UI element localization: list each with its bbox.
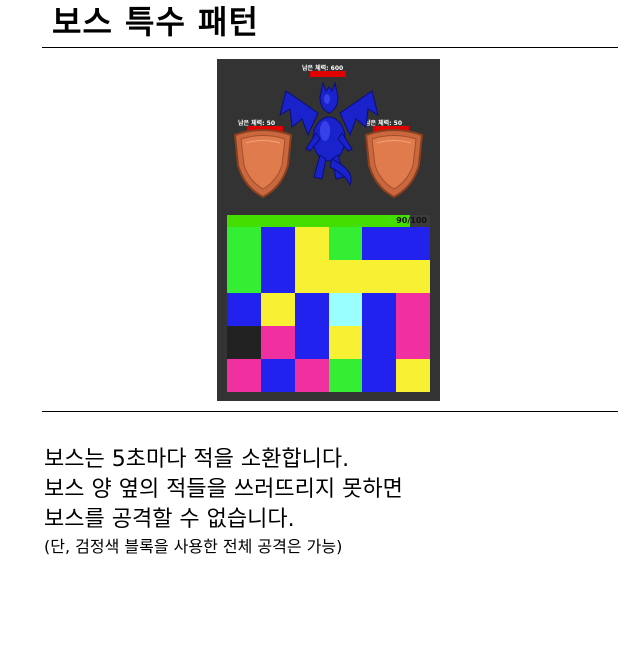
board-cell bbox=[227, 326, 261, 359]
board-cell bbox=[260, 260, 295, 293]
board-cell bbox=[227, 227, 261, 260]
top-divider bbox=[42, 47, 618, 48]
board-cell bbox=[328, 359, 363, 392]
board-cell bbox=[362, 293, 397, 326]
bottom-divider bbox=[42, 411, 618, 412]
board-cell bbox=[260, 227, 295, 260]
description-line: 보스를 공격할 수 없습니다. bbox=[44, 507, 295, 532]
board-cell bbox=[362, 359, 397, 392]
board-cell bbox=[396, 359, 431, 392]
board-cell bbox=[260, 359, 295, 392]
progress-bar-fill bbox=[227, 215, 410, 227]
boss-hp-bar bbox=[310, 71, 346, 77]
board-cell bbox=[227, 359, 261, 392]
board-cell bbox=[227, 293, 261, 326]
board-cell bbox=[260, 326, 295, 359]
board-cell bbox=[396, 227, 431, 260]
page-title: 보스 특수 패턴 bbox=[52, 3, 259, 41]
board-cell bbox=[328, 260, 363, 293]
board-cell bbox=[294, 293, 329, 326]
board-cell bbox=[294, 359, 329, 392]
description: 보스는 5초마다 적을 소환합니다. 보스 양 옆의 적들을 쓰러뜨리지 못하면… bbox=[44, 445, 403, 558]
board-cell bbox=[294, 260, 329, 293]
description-note: (단, 검정색 블록을 사용한 전체 공격은 가능) bbox=[44, 537, 343, 556]
puzzle-board bbox=[227, 227, 431, 392]
board-cell bbox=[362, 260, 397, 293]
board-cell bbox=[328, 326, 363, 359]
board-cell bbox=[396, 260, 431, 293]
board-cell bbox=[260, 293, 295, 326]
board-cell bbox=[396, 293, 431, 326]
board-cell bbox=[362, 227, 397, 260]
boss-dragon bbox=[279, 81, 379, 187]
description-line: 보스 양 옆의 적들을 쓰러뜨리지 못하면 bbox=[44, 477, 403, 502]
board-cell bbox=[362, 326, 397, 359]
board-cell bbox=[294, 227, 329, 260]
board-cell bbox=[294, 326, 329, 359]
description-line: 보스는 5초마다 적을 소환합니다. bbox=[44, 447, 350, 472]
game-screenshot: 남은 체력: 600 남은 체력: 50 남은 체력: 50 90/100 bbox=[217, 59, 440, 401]
board-cell bbox=[396, 326, 431, 359]
board-cell bbox=[328, 227, 363, 260]
board-cell bbox=[328, 293, 363, 326]
progress-bar: 90/100 bbox=[227, 215, 430, 227]
progress-text: 90/100 bbox=[396, 216, 427, 225]
board-cell bbox=[227, 260, 261, 293]
